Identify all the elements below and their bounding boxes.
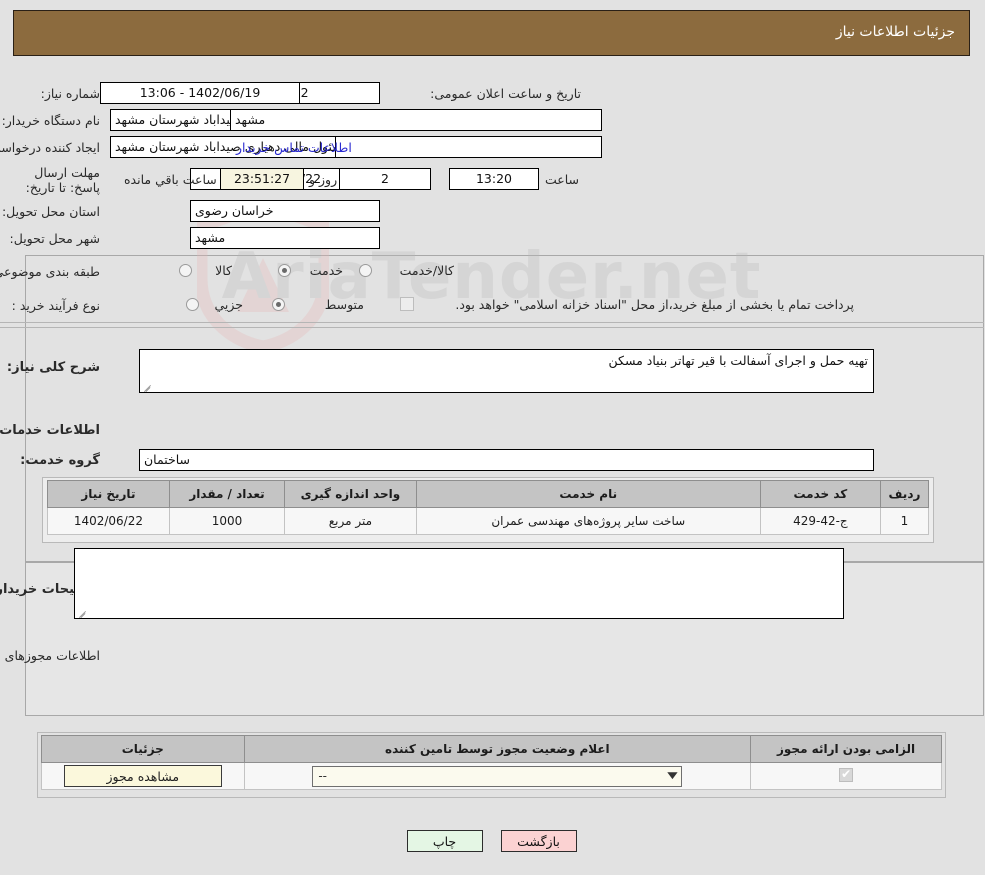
deadline-time-label: ساعت [546, 172, 581, 187]
cell-need-date: 1402/06/22 [48, 507, 171, 535]
print-button[interactable]: چاپ [407, 830, 484, 852]
treasury-docs-label: پرداخت تمام یا بخشی از مبلغ خرید،از محل … [456, 297, 855, 312]
service-group-input[interactable]: ساختمان [140, 449, 875, 471]
col-unit: واحد اندازه گیری [285, 480, 418, 508]
deadline-remaining-label: ساعت باقي مانده [125, 172, 218, 187]
services-table-header-row: ردیف کد خدمت نام خدمت واحد اندازه گیری ت… [48, 480, 931, 508]
permit-status-value: -- [319, 769, 329, 783]
col-permit-status: اعلام وضعیت مجوز توسط تامین کننده [244, 735, 753, 763]
view-permit-button[interactable]: مشاهده مجوز [64, 765, 223, 787]
cell-unit: متر مربع [285, 507, 418, 535]
col-radif: ردیف [880, 480, 931, 508]
request-creator-label: ایجاد کننده درخواست: [0, 140, 101, 155]
public-announce-input[interactable]: 1402/06/19 - 13:06 [101, 82, 301, 104]
cell-code: ج-42-429 [760, 507, 882, 535]
cell-name: ساخت سایر پروژه‌های مهندسی عمران [416, 507, 762, 535]
resize-grip-icon-2[interactable] [78, 607, 88, 617]
category-radio-khedmat[interactable] [279, 264, 292, 277]
delivery-province-input[interactable]: خراسان رضوی [191, 200, 381, 222]
table-row: ▼ -- مشاهده مجوز [42, 762, 943, 790]
deadline-days-input[interactable]: 2 [340, 168, 432, 190]
category-label: طبقه بندی موضوعی: [0, 264, 101, 279]
permit-status-select[interactable]: ▼ -- [313, 765, 684, 787]
buyer-org-overflow-input[interactable]: مشهد [231, 109, 603, 131]
general-description-label: شرح کلی نیاز: [7, 360, 101, 375]
col-quantity: تعداد / مقدار [169, 480, 287, 508]
category-option-kala-label: کالا [216, 263, 233, 278]
category-radio-kala[interactable] [180, 264, 193, 277]
deadline-time-input[interactable]: 13:20 [450, 168, 540, 190]
general-description-text: تهیه حمل و اجرای آسفالت با قیر تهاتر بنی… [609, 353, 869, 368]
footer-actions: بازگشت چاپ [0, 830, 985, 852]
col-permit-details: جزئیات [42, 735, 246, 763]
col-permit-required: الزامی بودن ارائه مجوز [751, 735, 943, 763]
need-number-label: شماره نیاز: [41, 86, 101, 101]
deadline-days-unit-label: روز و [310, 172, 339, 187]
permit-required-checkbox [840, 767, 855, 782]
chevron-down-icon: ▼ [668, 771, 680, 781]
buyer-contact-link[interactable]: اطلاعات تماس خریدار [237, 140, 353, 155]
permits-heading: اطلاعات مجوزهای ارائه خدمت / کالا [0, 648, 101, 663]
cell-permit-status: ▼ -- [244, 762, 753, 790]
public-announce-label: تاریخ و ساعت اعلان عمومی: [431, 86, 582, 101]
cell-radif: 1 [880, 507, 931, 535]
permits-table: الزامی بودن ارائه مجوز اعلام وضعیت مجوز … [42, 735, 943, 790]
category-radio-kala-khedmat[interactable] [360, 264, 373, 277]
col-code: کد خدمت [760, 480, 882, 508]
service-group-label: گروه خدمت: [21, 453, 101, 468]
category-option-kala-khedmat-label: کالا/خدمت [400, 263, 455, 278]
deadline-label: مهلت ارسال پاسخ: تا تاریخ: [26, 165, 101, 195]
back-button[interactable]: بازگشت [501, 830, 578, 852]
cell-quantity: 1000 [169, 507, 287, 535]
page-title: جزئیات اطلاعات نیاز [836, 24, 956, 40]
divider-2 [0, 327, 985, 328]
resize-grip-icon[interactable] [143, 381, 153, 391]
buyer-org-label: نام دستگاه خریدار: [2, 113, 101, 128]
purchase-type-label: نوع فرآیند خرید : [12, 298, 101, 313]
category-option-khedmat-label: خدمت [310, 263, 344, 278]
cell-permit-required [751, 762, 943, 790]
cell-permit-details: مشاهده مجوز [42, 762, 246, 790]
general-description-textarea[interactable]: تهیه حمل و اجرای آسفالت با قیر تهاتر بنی… [140, 349, 875, 393]
page-header-bar: جزئیات اطلاعات نیاز [14, 10, 971, 56]
buyer-notes-textarea[interactable] [75, 548, 845, 619]
delivery-city-input[interactable]: مشهد [191, 227, 381, 249]
deadline-remaining-input: 23:51:27 [221, 168, 305, 190]
services-heading: اطلاعات خدمات مورد نیاز [0, 423, 101, 438]
request-creator-overflow-input[interactable] [336, 136, 603, 158]
delivery-province-label: استان محل تحویل: [2, 204, 101, 219]
permits-table-header-row: الزامی بودن ارائه مجوز اعلام وضعیت مجوز … [42, 735, 943, 763]
table-row: 1 ج-42-429 ساخت سایر پروژه‌های مهندسی عم… [48, 507, 931, 535]
col-name: نام خدمت [416, 480, 762, 508]
services-table: ردیف کد خدمت نام خدمت واحد اندازه گیری ت… [48, 480, 931, 535]
delivery-city-label: شهر محل تحویل: [10, 231, 101, 246]
col-need-date: تاریخ نیاز [48, 480, 171, 508]
divider-1 [0, 322, 985, 323]
